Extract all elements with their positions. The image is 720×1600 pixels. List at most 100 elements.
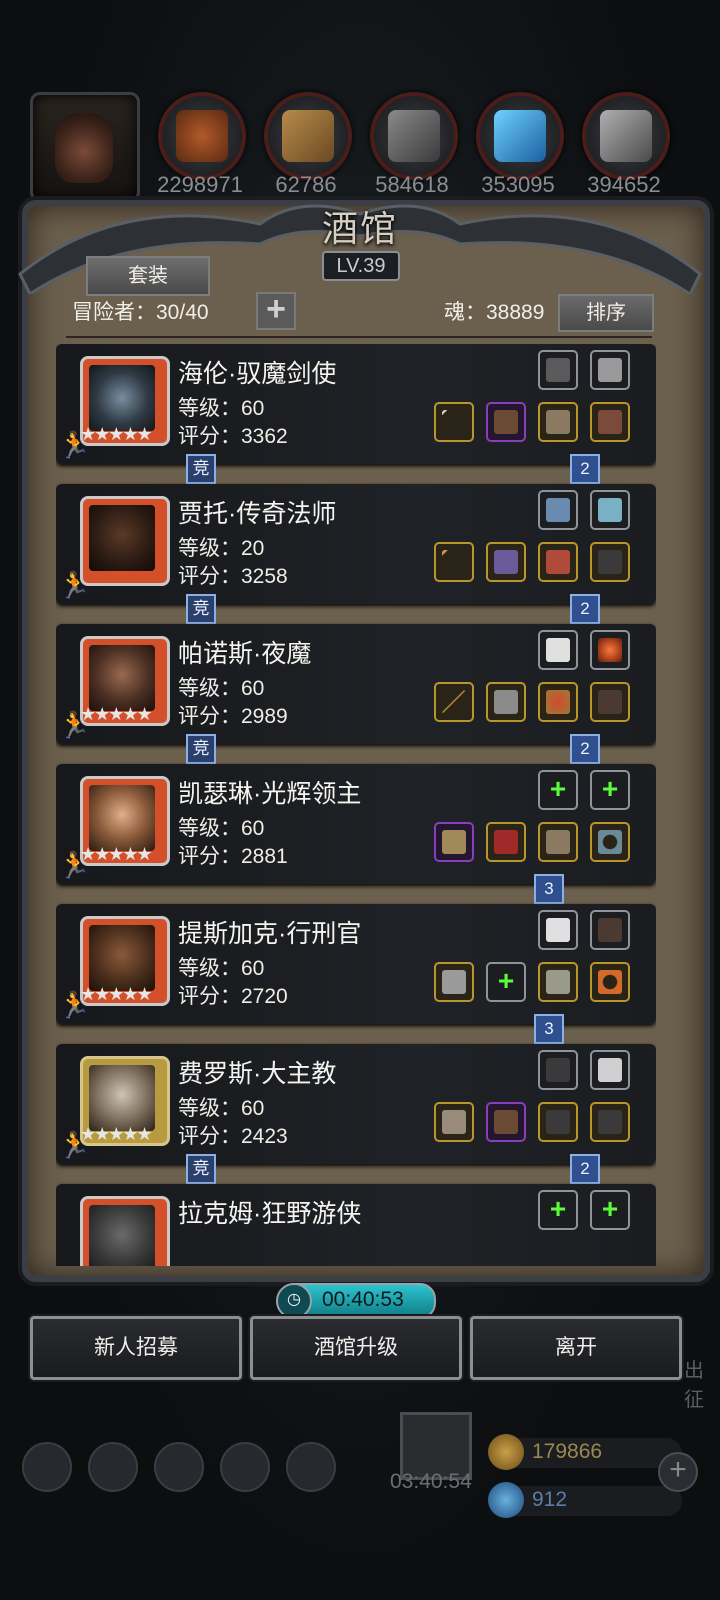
spear-slot[interactable] [434,682,474,722]
armor-slot[interactable] [486,682,526,722]
robe-slot[interactable] [486,1102,526,1142]
settings-gear-icon[interactable] [22,1442,72,1492]
hero-card[interactable]: ★★★★★ 🏃 费罗斯·大主教 等级：60 评分：2423 [56,1044,656,1164]
gem-slot[interactable] [590,630,630,670]
helmet-slot[interactable] [538,542,578,582]
cloak-slot[interactable] [590,682,630,722]
team-badge: 3 [534,874,564,904]
hero-card[interactable]: ★★★★★ 🏃 提斯加克·行刑官 等级：60 评分：2720 + [56,904,656,1024]
hero-name: 帕诺斯·夜魔 [178,640,312,668]
resource-wood-value: 62786 [275,172,337,197]
march-label[interactable]: 出征 [684,1354,720,1412]
soul-count: 魂：38889 [444,301,545,324]
hero-card[interactable]: 🏃 贾托·传奇法师 等级：20 评分：3258 [56,484,656,604]
ring-slot[interactable] [590,822,630,862]
bracer-slot[interactable] [538,822,578,862]
feather-slot[interactable] [590,910,630,950]
hero-card[interactable]: ★★★★★ 🏃 帕诺斯·夜魔 等级：60 评分：2989 [56,624,656,744]
clock-icon: ◷ [276,1283,312,1319]
leave-button[interactable]: 离开 [470,1316,682,1380]
add-slot-button[interactable]: + [256,292,296,330]
refresh-timer: ◷ 00:40:53 [276,1283,436,1319]
necklace-slot[interactable] [590,542,630,582]
hero-level: 等级：60 [178,957,265,980]
team-badge: 2 [570,1154,600,1184]
hero-level: 等级：60 [178,397,265,420]
arena-badge: 竞 [186,734,216,764]
bracer-slot[interactable] [538,402,578,442]
resource-iron-icon [582,92,670,180]
mace-slot[interactable] [434,1102,474,1142]
arena-badge: 竞 [186,1154,216,1184]
hero-card[interactable]: ★★★★★ 🏃 海伦·驭魔剑使 等级：60 评分：3362 [56,344,656,464]
star-rating: ★★★★★ [80,984,153,1004]
talisman-slot[interactable] [538,1102,578,1142]
hero-icon[interactable] [154,1442,204,1492]
hero-score: 评分：2720 [178,985,288,1008]
axe-slot[interactable] [434,962,474,1002]
mail-icon[interactable] [220,1442,270,1492]
achievement-icon[interactable] [88,1442,138,1492]
team-badge: 3 [534,1014,564,1044]
ring-slot[interactable] [538,682,578,722]
weapon-slot[interactable] [434,402,474,442]
armor-slot[interactable] [486,542,526,582]
hero-name: 凯瑟琳·光辉领主 [178,780,362,808]
hammer-slot[interactable] [434,822,474,862]
armor-slot[interactable] [486,402,526,442]
hero-list[interactable]: ★★★★★ 🏃 海伦·驭魔剑使 等级：60 评分：3362 竞 2 🏃 贾托·传… [56,344,656,1266]
team-badge: 2 [570,454,600,484]
hero-score: 评分：2423 [178,1125,288,1148]
hero-level: 等级：20 [178,537,265,560]
wing-slot[interactable] [538,910,578,950]
hero-level: 等级：60 [178,1097,265,1120]
empty-slot-plus-icon[interactable]: + [486,962,526,1002]
mask-slot[interactable] [590,350,630,390]
resource-stone-icon [370,92,458,180]
player-avatar[interactable] [30,92,140,202]
arena-badge: 竞 [186,594,216,624]
gauntlet-slot[interactable] [538,962,578,1002]
hero-name: 拉克姆·狂野游侠 [178,1200,362,1228]
staff-slot[interactable] [434,542,474,582]
hero-card[interactable]: ★★★★★ 🏃 凯瑟琳·光辉领主 等级：60 评分：2881 + + [56,764,656,884]
resource-meat-icon [158,92,246,180]
scroll-slot[interactable] [590,490,630,530]
ring-slot[interactable] [590,962,630,1002]
hero-score: 评分：3362 [178,425,288,448]
talisman-slot[interactable] [590,1102,630,1142]
divider [66,336,652,338]
shop-icon[interactable] [286,1442,336,1492]
runner-icon: 🏃 [58,570,91,600]
star-rating: ★★★★★ [80,1124,153,1144]
add-currency-button[interactable]: + [658,1452,698,1492]
suit-button[interactable]: 套装 [86,256,210,296]
resource-crystal-value: 353095 [481,172,555,197]
gold-coin-icon [488,1434,524,1470]
hood-slot[interactable] [486,822,526,862]
amulet-slot[interactable] [538,1050,578,1090]
gloves-slot[interactable] [538,350,578,390]
adventurer-count: 冒险者：30/40 [72,301,209,324]
feather-slot[interactable] [538,630,578,670]
empty-slot-plus-icon[interactable]: + [590,1190,630,1230]
empty-slot-plus-icon[interactable]: + [538,770,578,810]
feather-slot[interactable] [590,1050,630,1090]
resource-iron-value: 394652 [587,172,661,197]
empty-slot-plus-icon[interactable]: + [590,770,630,810]
runner-icon: 🏃 [58,430,91,460]
book-slot[interactable] [538,490,578,530]
hero-name: 提斯加克·行刑官 [178,920,362,948]
hero-card[interactable]: 拉克姆·狂野游侠 + + [56,1184,656,1266]
boots-slot[interactable] [590,402,630,442]
tavern-level-badge: LV.39 [322,251,400,281]
star-rating: ★★★★★ [80,424,153,444]
recruit-button[interactable]: 新人招募 [30,1316,242,1380]
hero-score: 评分：2989 [178,705,288,728]
resource-crystal-icon [476,92,564,180]
empty-slot-plus-icon[interactable]: + [538,1190,578,1230]
upgrade-tavern-button[interactable]: 酒馆升级 [250,1316,462,1380]
sort-button[interactable]: 排序 [558,294,654,332]
arena-badge: 竞 [186,454,216,484]
team-badge: 2 [570,594,600,624]
